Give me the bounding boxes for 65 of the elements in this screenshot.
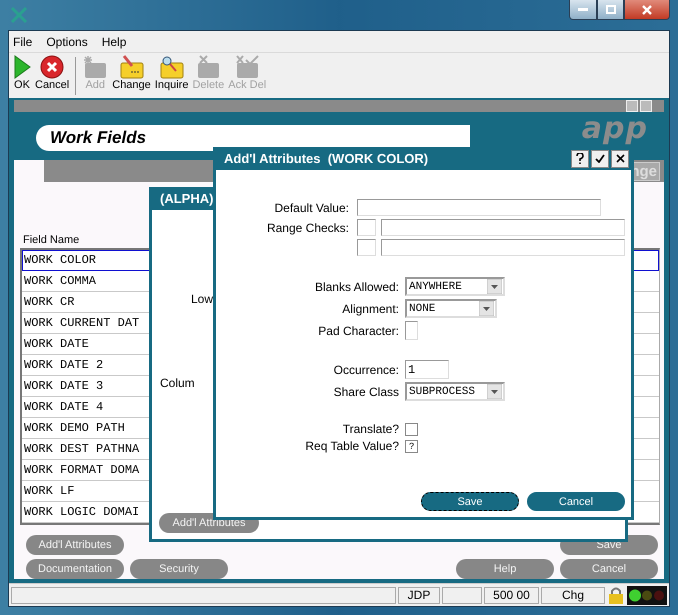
dialog-title: Add'l Attributes (WORK COLOR) (224, 151, 428, 166)
play-icon (13, 55, 31, 79)
dropdown-arrow-icon (487, 384, 502, 399)
operator-field[interactable] (357, 219, 376, 236)
status-user: JDP (398, 586, 440, 604)
action-button[interactable]: Add'l Attributes (26, 535, 124, 555)
status-amount: 500 00 (484, 586, 539, 604)
note-pencil-icon (118, 55, 145, 79)
dropdown-arrow-icon (479, 301, 494, 316)
field-label: Blanks Allowed: (314, 280, 399, 294)
close-button[interactable] (611, 150, 629, 168)
menu-item[interactable]: Options (46, 34, 88, 48)
folder-star-icon (82, 55, 108, 79)
minimize-icon (578, 8, 588, 12)
status-cell (442, 586, 482, 604)
dialog-button[interactable]: Cancel (527, 492, 625, 511)
field-label: Req Table Value? (304, 439, 399, 453)
action-button[interactable]: Documentation (26, 559, 124, 579)
maximize-button[interactable] (597, 0, 624, 20)
range-field[interactable] (381, 219, 625, 236)
minimize-button[interactable] (569, 0, 597, 20)
action-button[interactable]: Cancel (560, 559, 658, 579)
menu-item[interactable]: Help (102, 34, 126, 48)
text-field[interactable] (357, 199, 601, 216)
field-label: Occurrence: (332, 362, 399, 376)
dialog-button[interactable]: Save (421, 492, 519, 511)
help-button[interactable] (571, 150, 589, 168)
text-field[interactable]: 1 (405, 360, 449, 379)
close-button[interactable] (624, 0, 670, 20)
app-logo-icon (10, 6, 28, 24)
field-label: Range Checks: (266, 220, 349, 234)
note-magnifier-icon (158, 55, 185, 79)
field-label: Translate? (342, 422, 399, 436)
range-field[interactable] (381, 239, 625, 256)
check-icon[interactable] (591, 150, 609, 168)
action-button[interactable]: Help (456, 559, 554, 579)
text-field[interactable] (405, 321, 418, 340)
toolbar-button[interactable]: OK (11, 55, 33, 91)
operator-field[interactable] (357, 239, 376, 256)
logo: app (582, 114, 648, 144)
box-x-icon (195, 55, 222, 79)
field-label: Pad Character: (317, 324, 399, 338)
menu-item[interactable]: File (13, 34, 32, 48)
column-header: Field Name (23, 234, 80, 246)
dropdown[interactable]: NONE (405, 299, 497, 318)
dropdown-arrow-icon (487, 279, 502, 294)
flag-field[interactable]: ? (405, 440, 418, 452)
dropdown[interactable]: SUBPROCESS (405, 382, 505, 401)
field-label: Alignment: (341, 302, 399, 316)
action-button[interactable]: Security (130, 559, 228, 579)
lock-icon (607, 586, 625, 604)
toolbar-button[interactable]: Inquire (152, 55, 190, 91)
question-mark-icon (576, 153, 584, 164)
dropdown[interactable]: ANYWHERE (405, 277, 505, 296)
status-mode: Chg (541, 586, 605, 604)
toolbar-button[interactable]: Cancel (33, 55, 72, 91)
panel-title: Work Fields (36, 125, 470, 151)
field-label: Colum (160, 376, 195, 390)
maximize-icon (606, 5, 616, 14)
traffic-light-icon (627, 586, 667, 604)
box-x-check-icon (234, 55, 260, 79)
checkbox[interactable] (405, 422, 418, 436)
toolbar-button[interactable]: Change (110, 55, 153, 91)
field-label: Low (191, 292, 214, 306)
field-label: Share Class (332, 384, 399, 398)
